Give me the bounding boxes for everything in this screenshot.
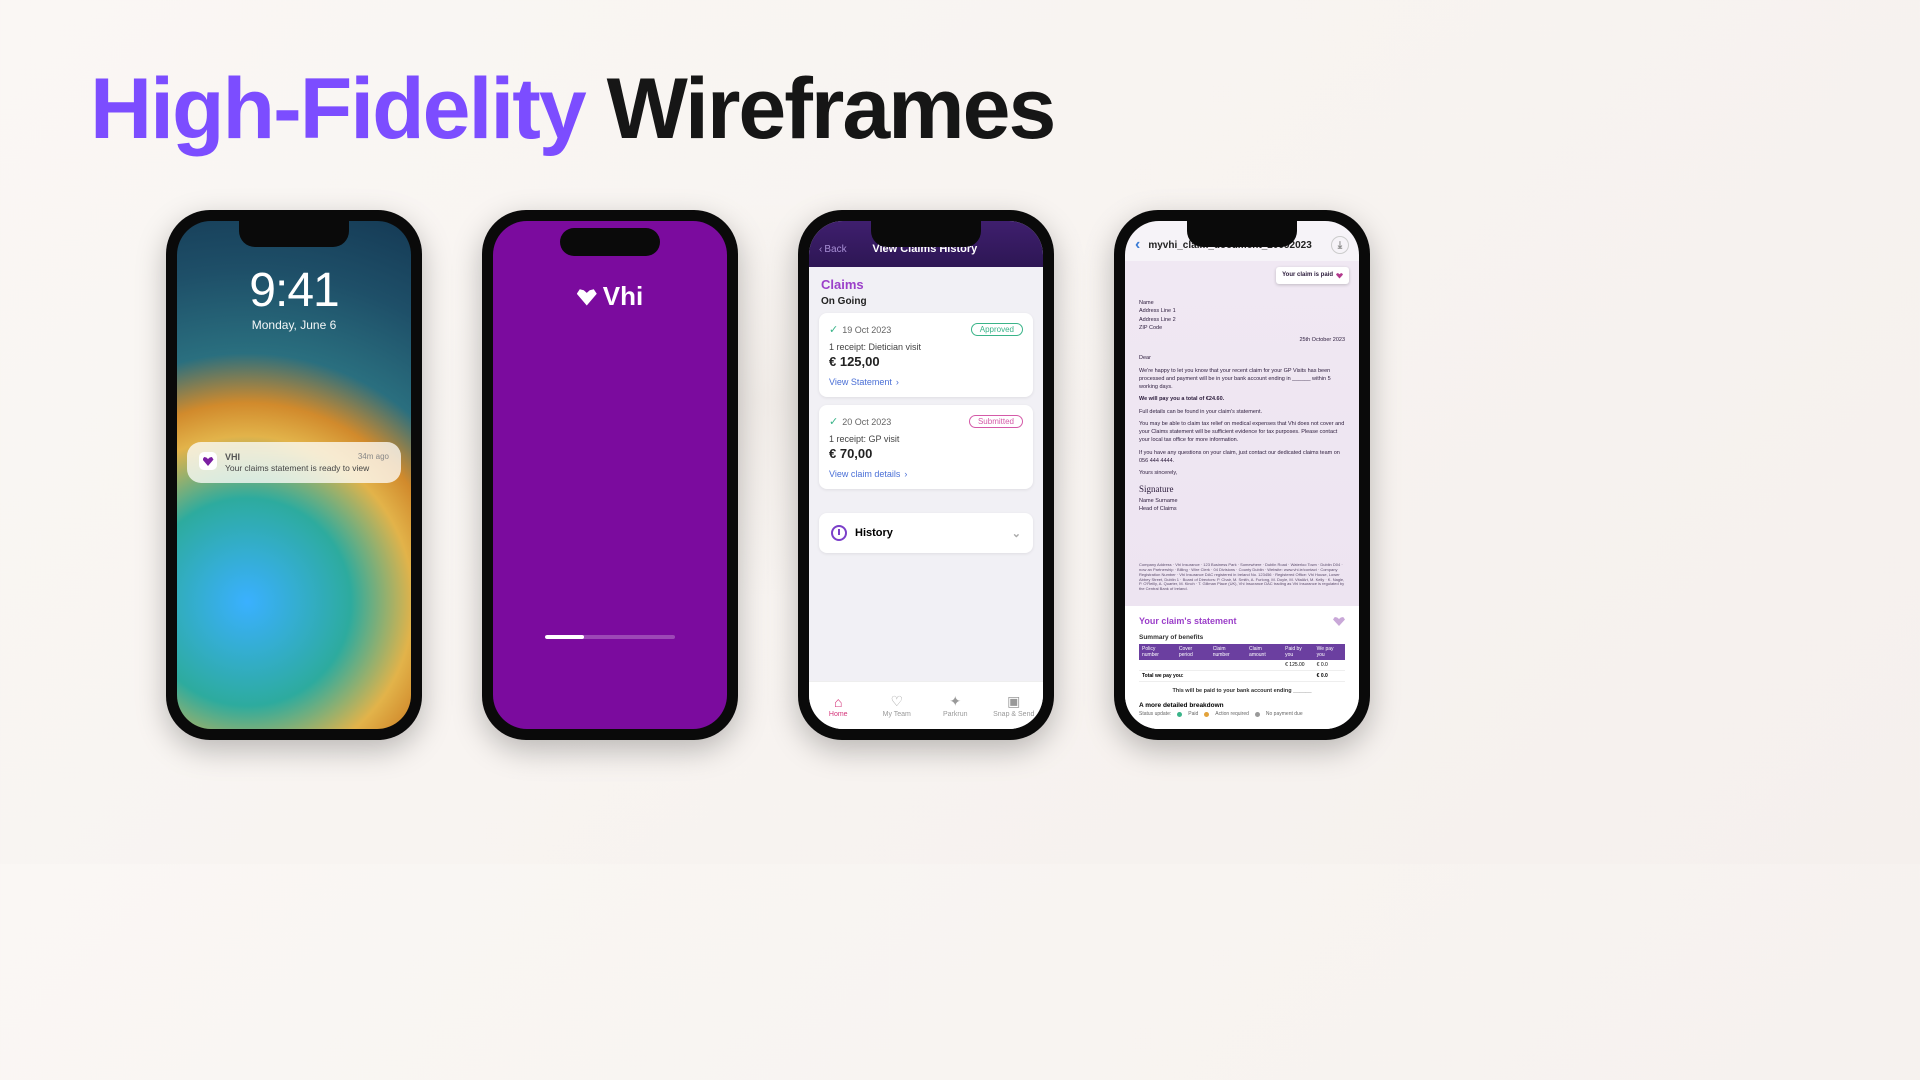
check-icon: ✓ [829, 415, 838, 428]
statement-title: Your claim's statement [1139, 616, 1237, 626]
claim-amount: € 70,00 [829, 446, 1023, 461]
status-badge: Approved [971, 323, 1023, 336]
tab-myteam[interactable]: ♡My Team [868, 682, 927, 729]
history-label: History [855, 527, 893, 539]
back-button[interactable]: ‹ [1135, 236, 1140, 254]
claims-section-title: Claims [809, 267, 1043, 296]
view-statement-link[interactable]: View Statement› [829, 377, 1023, 387]
status-badge: Submitted [969, 415, 1023, 428]
tab-parkrun[interactable]: ✦Parkrun [926, 682, 985, 729]
ongoing-subhead: On Going [809, 296, 1043, 313]
claim-card[interactable]: ✓20 Oct 2023 Submitted 1 receipt: GP vis… [819, 405, 1033, 489]
claim-amount: € 125,00 [829, 354, 1023, 369]
chevron-right-icon: › [896, 377, 899, 387]
vhi-heart-icon [1333, 616, 1345, 626]
tab-home[interactable]: ⌂Home [809, 682, 868, 729]
view-details-link[interactable]: View claim details› [829, 469, 1023, 479]
lock-time: 9:41 [177, 263, 411, 318]
phone-splash: Vhi [482, 210, 738, 740]
notif-app-name: VHI [225, 452, 240, 462]
letter-body: Your claim is paid Name Address Line 1 A… [1125, 261, 1359, 606]
table-total-row: Total we pay you:€ 0.0 [1139, 671, 1345, 682]
chevron-right-icon: › [904, 469, 907, 479]
dynamic-island [560, 228, 660, 256]
run-icon: ✦ [949, 693, 961, 710]
notif-message: Your claims statement is ready to view [225, 463, 389, 473]
home-icon: ⌂ [834, 694, 842, 710]
summary-heading: Summary of benefits [1139, 634, 1345, 641]
breakdown-heading: A more detailed breakdown [1139, 702, 1345, 709]
notification-card[interactable]: VHI 34m ago Your claims statement is rea… [187, 442, 401, 483]
phone-lockscreen: 9:41 Monday, June 6 VHI 34m ago Your cla… [166, 210, 422, 740]
claim-date: ✓20 Oct 2023 [829, 415, 891, 428]
camera-icon: ▣ [1007, 693, 1020, 710]
tab-bar: ⌂Home ♡My Team ✦Parkrun ▣Snap & Send [809, 681, 1043, 729]
notch [871, 221, 981, 247]
vhi-heart-icon [1336, 273, 1343, 279]
statement-section: Your claim's statement Summary of benefi… [1125, 606, 1359, 729]
heart-icon: ♡ [890, 693, 903, 710]
status-legend: Status update: Paid Action required No p… [1139, 711, 1345, 717]
history-row[interactable]: History ⌄ [819, 513, 1033, 553]
benefits-table: Policy numberCover periodClaim numberCla… [1139, 644, 1345, 682]
vhi-app-icon [199, 452, 217, 470]
phone-claims: ‹Back View Claims History Claims On Goin… [798, 210, 1054, 740]
loading-progress [545, 635, 675, 639]
chevron-down-icon: ⌄ [1012, 527, 1021, 540]
paid-tag: Your claim is paid [1276, 267, 1349, 284]
claim-card[interactable]: ✓19 Oct 2023 Approved 1 receipt: Dietici… [819, 313, 1033, 397]
payment-note: This will be paid to your bank account e… [1139, 688, 1345, 694]
signature: Signature [1139, 483, 1345, 497]
notch [1187, 221, 1297, 247]
claim-date: ✓19 Oct 2023 [829, 323, 891, 336]
tab-snapsend[interactable]: ▣Snap & Send [985, 682, 1044, 729]
lock-date: Monday, June 6 [177, 318, 411, 332]
claim-receipt: 1 receipt: Dietician visit [829, 342, 1023, 352]
history-icon [831, 525, 847, 541]
phones-row: 9:41 Monday, June 6 VHI 34m ago Your cla… [0, 210, 1536, 740]
phone-document: ‹ myvhi_claim_document_20092023 ⤓ Your c… [1114, 210, 1370, 740]
download-button[interactable]: ⤓ [1331, 236, 1349, 254]
page-title: High-Fidelity Wireframes [90, 60, 1054, 159]
claim-receipt: 1 receipt: GP visit [829, 434, 1023, 444]
check-icon: ✓ [829, 323, 838, 336]
notif-time-ago: 34m ago [358, 452, 389, 462]
heart-icon [577, 288, 597, 306]
notch [239, 221, 349, 247]
vhi-logo: Vhi [577, 281, 643, 312]
table-row: € 125.00€ 0.0 [1139, 660, 1345, 671]
